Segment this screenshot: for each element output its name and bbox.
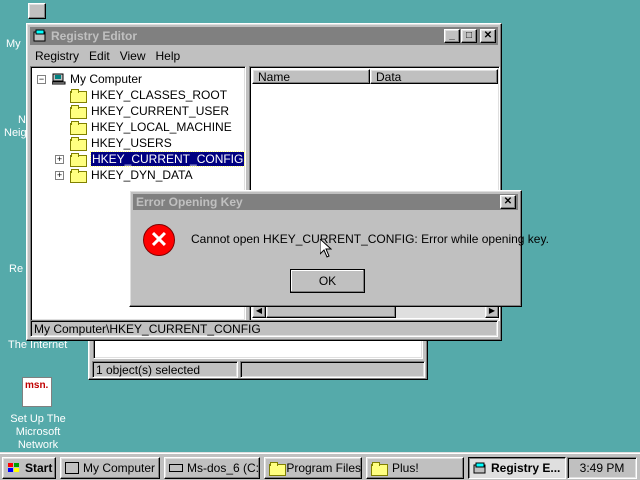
menu-help[interactable]: Help bbox=[151, 49, 186, 63]
column-header-data[interactable]: Data bbox=[370, 69, 498, 84]
left-arrow-icon: ◀ bbox=[255, 306, 263, 315]
folder-icon bbox=[70, 89, 87, 103]
regedit-statusbar: My Computer\HKEY_CURRENT_CONFIG bbox=[30, 320, 498, 337]
msn-icon[interactable]: msn. bbox=[22, 377, 52, 407]
folder-open-icon bbox=[70, 153, 87, 167]
minimize-icon: _ bbox=[449, 30, 455, 41]
taskbar-button-my-computer[interactable]: My Computer bbox=[60, 457, 160, 479]
dialog-titlebar[interactable]: Error Opening Key ✕ bbox=[133, 194, 518, 210]
tree-key-label: HKEY_DYN_DATA bbox=[91, 168, 193, 182]
taskbar-button-msdos[interactable]: Ms-dos_6 (C:) bbox=[164, 457, 260, 479]
drive-icon bbox=[169, 464, 183, 472]
ok-button[interactable]: OK bbox=[290, 269, 365, 293]
start-label: Start bbox=[25, 461, 53, 475]
explorer-content bbox=[93, 339, 423, 359]
column-header-name[interactable]: Name bbox=[252, 69, 370, 84]
computer-icon bbox=[51, 73, 66, 85]
error-icon: ✕ bbox=[143, 224, 175, 256]
menu-view[interactable]: View bbox=[115, 49, 151, 63]
taskbar-label: My Computer bbox=[83, 461, 156, 475]
maximize-button[interactable]: □ bbox=[461, 29, 477, 43]
folder-icon bbox=[371, 462, 388, 476]
taskbar-label: Plus! bbox=[392, 461, 419, 475]
expand-icon[interactable]: + bbox=[55, 154, 64, 164]
taskbar-button-plus[interactable]: Plus! bbox=[366, 457, 464, 479]
tree-root[interactable]: − My Computer bbox=[37, 71, 142, 87]
computer-icon bbox=[65, 462, 79, 474]
column-data-label: Data bbox=[376, 69, 402, 84]
tree-key-users[interactable]: HKEY_USERS bbox=[70, 135, 172, 151]
folder-icon bbox=[269, 462, 287, 476]
desktop-label-my: My bbox=[6, 38, 21, 50]
msn-logo: msn. bbox=[25, 380, 49, 391]
start-button[interactable]: Start bbox=[2, 457, 56, 479]
tree-key-current-config[interactable]: + HKEY_CURRENT_CONFIG bbox=[55, 151, 246, 167]
close-icon: ✕ bbox=[483, 30, 493, 41]
desktop-label-n: N bbox=[18, 114, 26, 126]
folder-icon bbox=[70, 169, 87, 183]
mouse-cursor-icon bbox=[320, 239, 332, 258]
minimize-button[interactable]: _ bbox=[444, 29, 460, 43]
tree-key-dyn-data[interactable]: + HKEY_DYN_DATA bbox=[55, 167, 193, 183]
explorer-status: 1 object(s) selected bbox=[96, 362, 201, 377]
tree-key-label: HKEY_USERS bbox=[91, 136, 172, 150]
regedit-title: Registry Editor bbox=[51, 29, 138, 43]
folder-icon bbox=[70, 137, 87, 151]
taskbar-button-registry-editor[interactable]: Registry E... bbox=[468, 457, 566, 479]
close-button[interactable]: ✕ bbox=[480, 29, 496, 43]
tree-key-current-user[interactable]: HKEY_CURRENT_USER bbox=[70, 103, 229, 119]
regedit-app-icon bbox=[473, 462, 486, 474]
menu-edit[interactable]: Edit bbox=[84, 49, 115, 63]
ok-label: OK bbox=[318, 274, 337, 288]
clock[interactable]: 3:49 PM bbox=[580, 461, 625, 475]
regedit-titlebar[interactable]: Registry Editor _ □ ✕ bbox=[30, 27, 498, 45]
folder-icon bbox=[70, 121, 87, 135]
desktop-label-neig: Neig bbox=[4, 127, 27, 139]
explorer-status-cell-2 bbox=[240, 361, 425, 378]
desktop-label-re: Re bbox=[9, 263, 24, 275]
desktop-icon-my-computer[interactable] bbox=[28, 3, 46, 19]
error-dialog[interactable]: Error Opening Key ✕ ✕ Cannot open HKEY_C… bbox=[129, 190, 549, 307]
taskbar-label: Ms-dos_6 (C:) bbox=[187, 461, 260, 475]
tree-key-label: HKEY_CURRENT_USER bbox=[91, 104, 230, 118]
expand-icon[interactable]: + bbox=[55, 170, 64, 180]
tree-key-classes-root[interactable]: HKEY_CLASSES_ROOT bbox=[70, 87, 227, 103]
dialog-close-button[interactable]: ✕ bbox=[500, 195, 516, 209]
status-path: My Computer\HKEY_CURRENT_CONFIG bbox=[34, 321, 261, 336]
regedit-menubar: Registry Edit View Help bbox=[30, 46, 498, 65]
collapse-icon[interactable]: − bbox=[37, 74, 46, 84]
taskbar: Start My Computer Ms-dos_6 (C:) Program … bbox=[0, 452, 640, 480]
desktop-label-msn: Set Up The Microsoft Network bbox=[10, 413, 66, 451]
tree-root-label: My Computer bbox=[70, 72, 143, 86]
error-message: Cannot open HKEY_CURRENT_CONFIG: Error w… bbox=[191, 232, 549, 246]
tree-key-label: HKEY_CLASSES_ROOT bbox=[91, 88, 228, 102]
right-arrow-icon: ▶ bbox=[488, 306, 496, 315]
explorer-status-cell: 1 object(s) selected bbox=[92, 361, 238, 378]
tree-key-label-selected: HKEY_CURRENT_CONFIG bbox=[89, 151, 246, 167]
windows-logo-icon bbox=[8, 463, 19, 472]
regedit-app-icon bbox=[33, 29, 47, 43]
taskbar-button-program-files[interactable]: Program Files bbox=[264, 457, 362, 479]
maximize-icon: □ bbox=[465, 30, 473, 41]
close-icon: ✕ bbox=[503, 196, 513, 207]
column-name-label: Name bbox=[258, 69, 291, 84]
taskbar-label: Program Files bbox=[286, 461, 361, 475]
system-tray: 3:49 PM bbox=[567, 457, 637, 479]
dialog-title: Error Opening Key bbox=[136, 195, 243, 209]
taskbar-label: Registry E... bbox=[491, 461, 561, 475]
folder-icon bbox=[70, 105, 87, 119]
tree-key-label: HKEY_LOCAL_MACHINE bbox=[91, 120, 232, 134]
tree-key-local-machine[interactable]: HKEY_LOCAL_MACHINE bbox=[70, 119, 232, 135]
menu-registry[interactable]: Registry bbox=[30, 49, 84, 63]
